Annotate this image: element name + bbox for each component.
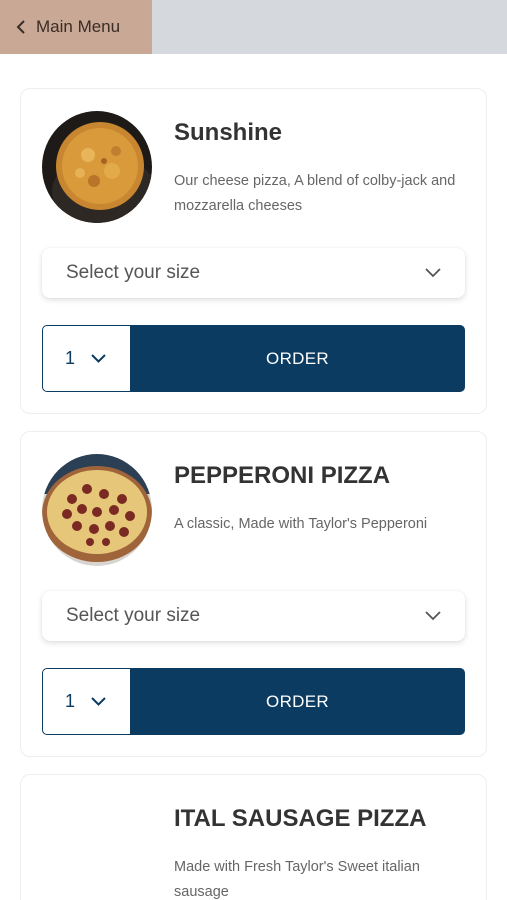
- chevron-down-icon: [425, 611, 441, 621]
- menu-item-card: PEPPERONI PIZZA A classic, Made with Tay…: [20, 431, 487, 757]
- chevron-down-icon: [425, 268, 441, 278]
- quantity-value: 1: [65, 348, 76, 368]
- menu-item-card: ITAL SAUSAGE PIZZA Made with Fresh Taylo…: [20, 774, 487, 900]
- quantity-select[interactable]: 1: [42, 325, 130, 392]
- menu-item-name: ITAL SAUSAGE PIZZA: [174, 805, 427, 832]
- top-bar: Main Menu: [0, 0, 507, 54]
- menu-item-name: PEPPERONI PIZZA: [174, 462, 391, 489]
- chevron-down-icon: [91, 697, 106, 706]
- menu-item-card: Sunshine Our cheese pizza, A blend of co…: [20, 88, 487, 414]
- order-row: 1 ORDER: [42, 325, 465, 392]
- pizza-image: [42, 111, 152, 223]
- menu-item-description: A classic, Made with Taylor's Pepperoni: [174, 516, 428, 532]
- order-row: 1 ORDER: [42, 668, 465, 735]
- size-select-placeholder: Select your size: [66, 262, 201, 283]
- main-menu-back-button[interactable]: Main Menu: [0, 0, 152, 54]
- menu-item-description: Made with Fresh Taylor's Sweet italian s…: [174, 859, 420, 900]
- chevron-down-icon: [91, 354, 106, 363]
- quantity-value: 1: [65, 691, 76, 711]
- pizza-image: [42, 454, 152, 566]
- quantity-select[interactable]: 1: [42, 668, 130, 735]
- size-select[interactable]: Select your size: [42, 591, 465, 641]
- back-button-label: Main Menu: [36, 17, 121, 36]
- size-select-placeholder: Select your size: [66, 605, 201, 626]
- order-button[interactable]: ORDER: [130, 668, 465, 735]
- size-select[interactable]: Select your size: [42, 248, 465, 298]
- menu-item-name: Sunshine: [174, 119, 283, 146]
- order-button[interactable]: ORDER: [130, 325, 465, 392]
- chevron-left-icon: [16, 20, 25, 34]
- menu-item-description: Our cheese pizza, A blend of colby-jack …: [174, 173, 456, 214]
